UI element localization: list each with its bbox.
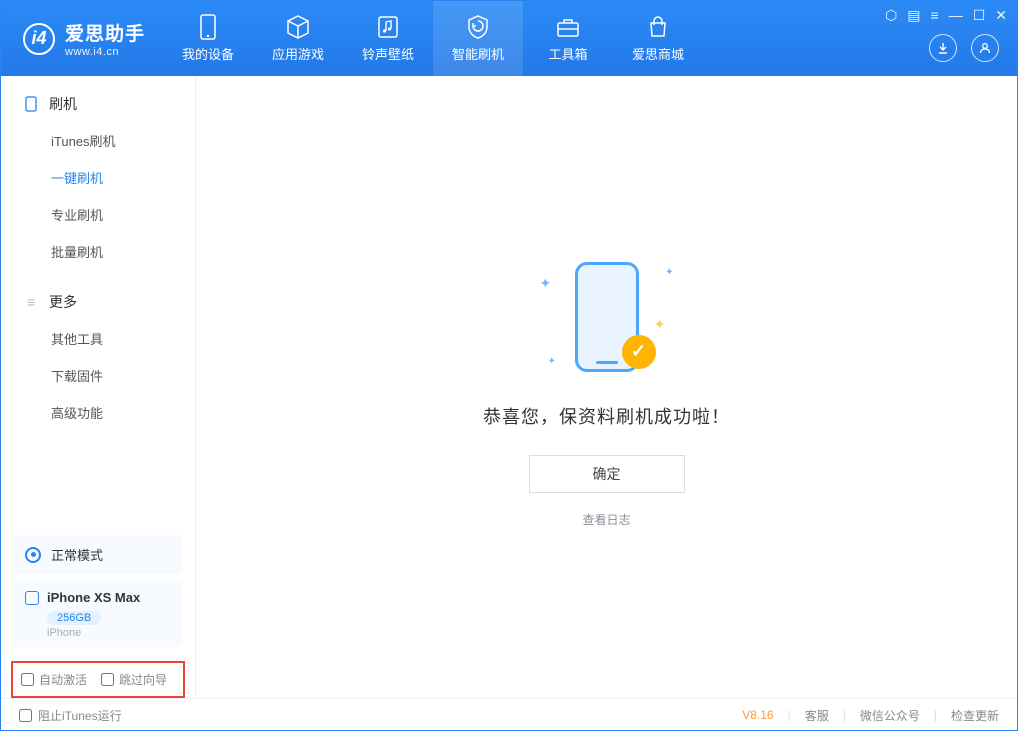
nav-label: 应用游戏 — [272, 44, 324, 63]
sparkle-icon: ✦ — [654, 316, 666, 333]
sidebar-item-advanced[interactable]: 高级功能 — [1, 394, 195, 431]
user-icon — [978, 41, 992, 55]
close-button[interactable]: ✕ — [995, 7, 1007, 24]
flash-options-row: 自动激活 跳过向导 — [11, 661, 185, 698]
nav-label: 智能刷机 — [452, 44, 504, 63]
mode-status-label: 正常模式 — [51, 545, 103, 564]
ok-button[interactable]: 确定 — [529, 455, 685, 493]
sidebar-item-pro-flash[interactable]: 专业刷机 — [1, 196, 195, 233]
app-name-cn: 爱思助手 — [65, 19, 145, 46]
skip-guide-label: 跳过向导 — [119, 671, 167, 688]
main-content: ✦ ✦ ✦ ✦ ✓ 恭喜您，保资料刷机成功啦！ 确定 查看日志 — [196, 76, 1017, 698]
device-type: iPhone — [47, 627, 171, 639]
footer-link-wechat[interactable]: 微信公众号 — [860, 707, 920, 724]
success-message: 恭喜您，保资料刷机成功啦！ — [483, 403, 730, 429]
top-nav: 我的设备 应用游戏 铃声壁纸 智能刷机 工具箱 爱思商城 — [163, 1, 703, 76]
app-name-en: www.i4.cn — [65, 46, 145, 58]
sparkle-icon: ✦ — [540, 275, 552, 292]
mode-status-box[interactable]: 正常模式 — [13, 535, 183, 574]
auto-activate-label: 自动激活 — [39, 671, 87, 688]
toolbox-icon — [555, 14, 581, 40]
section-title: 更多 — [49, 292, 77, 312]
check-badge-icon: ✓ — [622, 335, 656, 369]
app-logo: i4 爱思助手 www.i4.cn — [1, 19, 163, 58]
nav-label: 工具箱 — [549, 44, 588, 63]
footer-link-update[interactable]: 检查更新 — [951, 707, 999, 724]
auto-activate-checkbox[interactable]: 自动激活 — [21, 671, 87, 688]
menu-small-icon[interactable]: ≡ — [931, 7, 939, 24]
nav-my-device[interactable]: 我的设备 — [163, 1, 253, 76]
logo-icon: i4 — [23, 23, 55, 55]
device-phone-icon — [25, 591, 39, 605]
version-label: V8.16 — [742, 708, 773, 722]
nav-label: 我的设备 — [182, 44, 234, 63]
sidebar-section-more: ≡ 更多 — [1, 292, 195, 320]
separator: | — [934, 708, 937, 722]
block-itunes-label: 阻止iTunes运行 — [38, 707, 122, 724]
nav-label: 爱思商城 — [632, 44, 684, 63]
music-icon — [375, 14, 401, 40]
cube-icon — [285, 14, 311, 40]
download-button[interactable] — [929, 34, 957, 62]
sparkle-icon: ✦ — [665, 267, 673, 278]
maximize-button[interactable]: ☐ — [973, 7, 986, 24]
nav-shop[interactable]: 爱思商城 — [613, 1, 703, 76]
header-right-controls — [929, 34, 999, 62]
phone-icon — [23, 96, 39, 112]
menu-icon: ≡ — [23, 294, 39, 310]
list-icon[interactable]: ▤ — [907, 7, 920, 24]
view-log-link[interactable]: 查看日志 — [582, 511, 630, 528]
separator: | — [843, 708, 846, 722]
section-title: 刷机 — [49, 94, 77, 114]
window-controls: ⬡ ▤ ≡ — ☐ ✕ — [885, 7, 1007, 24]
auto-activate-input[interactable] — [21, 673, 34, 686]
app-header: i4 爱思助手 www.i4.cn 我的设备 应用游戏 铃声壁纸 智能刷机 工具… — [1, 1, 1017, 76]
download-icon — [936, 41, 950, 55]
shirt-icon[interactable]: ⬡ — [885, 7, 897, 24]
device-icon — [195, 14, 221, 40]
account-button[interactable] — [971, 34, 999, 62]
shop-icon — [645, 14, 671, 40]
sidebar: 刷机 iTunes刷机 一键刷机 专业刷机 批量刷机 ≡ 更多 其他工具 下载固… — [1, 76, 196, 698]
block-itunes-input[interactable] — [19, 709, 32, 722]
sidebar-item-oneclick-flash[interactable]: 一键刷机 — [1, 159, 195, 196]
success-illustration: ✦ ✦ ✦ ✦ ✓ — [522, 247, 692, 387]
nav-smart-flash[interactable]: 智能刷机 — [433, 1, 523, 76]
block-itunes-checkbox[interactable]: 阻止iTunes运行 — [19, 707, 122, 724]
minimize-button[interactable]: — — [949, 7, 963, 24]
nav-ringtones[interactable]: 铃声壁纸 — [343, 1, 433, 76]
separator: | — [788, 708, 791, 722]
flash-icon — [465, 14, 491, 40]
nav-label: 铃声壁纸 — [362, 44, 414, 63]
device-capacity: 256GB — [47, 611, 101, 625]
nav-toolbox[interactable]: 工具箱 — [523, 1, 613, 76]
sparkle-icon: ✦ — [548, 356, 556, 367]
sidebar-item-batch-flash[interactable]: 批量刷机 — [1, 233, 195, 270]
sidebar-item-itunes-flash[interactable]: iTunes刷机 — [1, 122, 195, 159]
sidebar-item-download-firmware[interactable]: 下载固件 — [1, 357, 195, 394]
skip-guide-checkbox[interactable]: 跳过向导 — [101, 671, 167, 688]
skip-guide-input[interactable] — [101, 673, 114, 686]
mode-status-icon — [25, 547, 41, 563]
sidebar-section-flash: 刷机 — [1, 94, 195, 122]
footer-link-support[interactable]: 客服 — [805, 707, 829, 724]
device-name: iPhone XS Max — [47, 590, 140, 605]
footer: 阻止iTunes运行 V8.16 | 客服 | 微信公众号 | 检查更新 — [1, 698, 1017, 731]
nav-apps-games[interactable]: 应用游戏 — [253, 1, 343, 76]
sidebar-item-other-tools[interactable]: 其他工具 — [1, 320, 195, 357]
device-box[interactable]: iPhone XS Max 256GB iPhone — [13, 580, 183, 647]
